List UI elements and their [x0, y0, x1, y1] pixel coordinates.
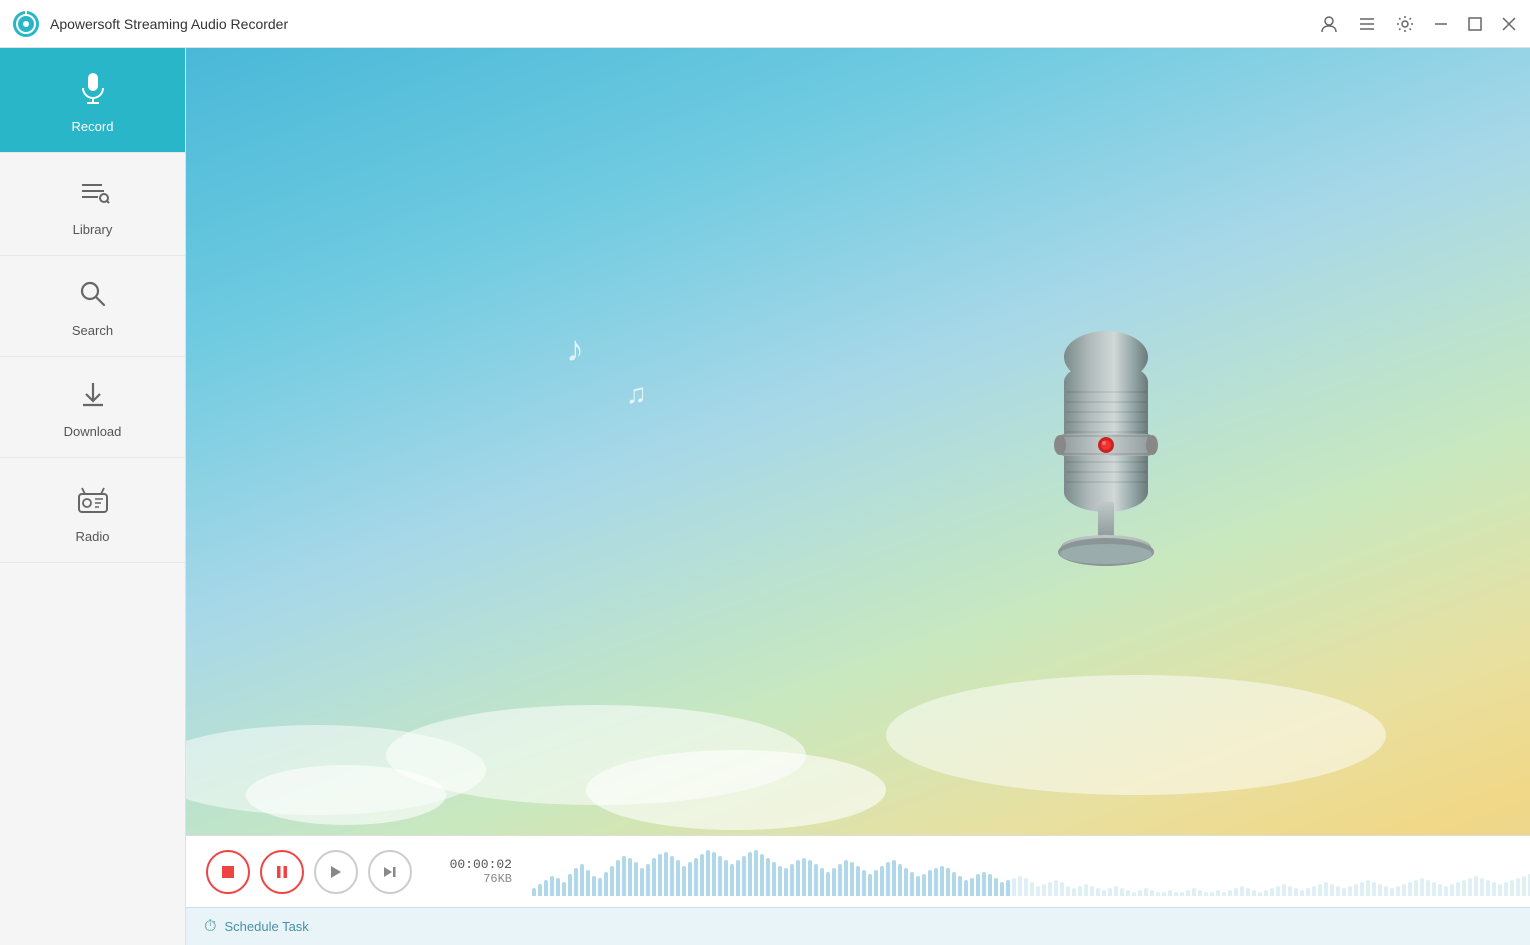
play-button[interactable]: [314, 850, 358, 894]
library-icon: [76, 175, 110, 214]
time-info: 00:00:02 76KB: [432, 857, 512, 886]
sidebar-item-download[interactable]: Download: [0, 357, 185, 458]
size-display: 76KB: [483, 872, 512, 886]
minimize-button[interactable]: [1432, 15, 1450, 33]
schedule-bar[interactable]: ⏱ Schedule Task: [186, 907, 1530, 945]
main-layout: Record Library: [0, 48, 1530, 945]
settings-icon[interactable]: [1394, 13, 1416, 35]
titlebar: Apowersoft Streaming Audio Recorder: [0, 0, 1530, 48]
app-title: Apowersoft Streaming Audio Recorder: [50, 16, 1318, 32]
search-label: Search: [72, 323, 113, 338]
app-logo: [12, 10, 40, 38]
titlebar-controls: [1318, 13, 1518, 35]
maximize-button[interactable]: [1466, 15, 1484, 33]
microphone-icon: [75, 70, 111, 111]
list-icon[interactable]: [1356, 13, 1378, 35]
profile-icon[interactable]: [1318, 13, 1340, 35]
sidebar-item-radio[interactable]: Radio: [0, 458, 185, 563]
close-button[interactable]: [1500, 15, 1518, 33]
music-note-2: ♫: [626, 378, 647, 410]
download-icon: [77, 379, 109, 416]
sidebar-item-library[interactable]: Library: [0, 153, 185, 256]
clouds-decoration: [186, 655, 1530, 835]
sidebar-item-record[interactable]: Record: [0, 48, 185, 153]
schedule-clock-icon: ⏱: [204, 918, 216, 936]
download-label: Download: [64, 424, 122, 439]
content-area: ♪ ♫ 𝄞 𝄞: [186, 48, 1530, 945]
time-display: 00:00:02: [450, 857, 512, 872]
search-icon: [77, 278, 109, 315]
transport-bar: 00:00:02 76KB: [186, 835, 1530, 907]
sidebar: Record Library: [0, 48, 186, 945]
music-note-1: ♪: [566, 328, 584, 370]
sidebar-item-search[interactable]: Search: [0, 256, 185, 357]
schedule-label: Schedule Task: [224, 919, 308, 934]
record-label: Record: [72, 119, 114, 134]
waveform-display: [532, 848, 1530, 896]
main-canvas: ♪ ♫ 𝄞 𝄞: [186, 48, 1530, 835]
skip-button[interactable]: [368, 850, 412, 894]
microphone-image: [1026, 292, 1186, 592]
pause-button[interactable]: [260, 850, 304, 894]
radio-icon: [75, 480, 111, 521]
radio-label: Radio: [76, 529, 110, 544]
library-label: Library: [73, 222, 113, 237]
stop-button[interactable]: [206, 850, 250, 894]
